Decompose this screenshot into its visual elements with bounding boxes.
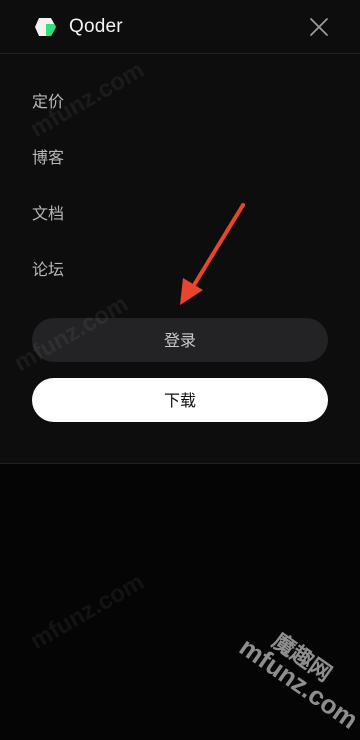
nav-item-forum[interactable]: 论坛 <box>32 252 64 308</box>
watermark-text: mfunz.com <box>25 568 149 655</box>
close-icon[interactable] <box>308 16 330 38</box>
brand-logo[interactable]: Qoder <box>34 16 123 38</box>
nav-item-docs[interactable]: 文档 <box>32 196 64 252</box>
mobile-menu-panel: Qoder 定价 博客 文档 论坛 登录 下载 <box>0 0 360 464</box>
qoder-logo-icon <box>35 18 56 36</box>
watermark-cn-text: 魔趣网 <box>267 628 336 688</box>
main-nav: 定价 博客 文档 论坛 <box>32 84 64 308</box>
login-button[interactable]: 登录 <box>32 318 328 362</box>
download-button[interactable]: 下载 <box>32 378 328 422</box>
watermark-main-text: mfunz.com <box>234 631 360 735</box>
nav-item-blog[interactable]: 博客 <box>32 140 64 196</box>
nav-item-pricing[interactable]: 定价 <box>32 84 64 140</box>
header: Qoder <box>0 0 360 54</box>
brand-name: Qoder <box>69 16 123 37</box>
